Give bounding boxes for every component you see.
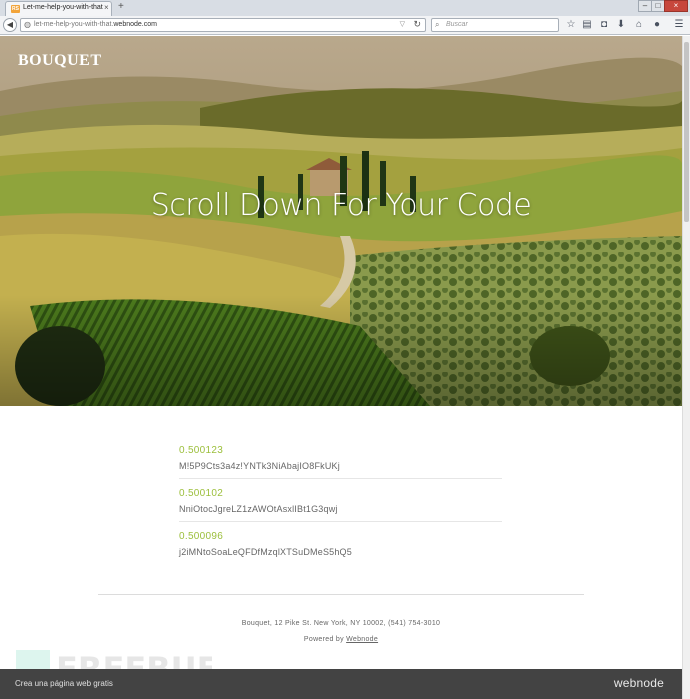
footer-address: Bouquet, 12 Pike St. New York, NY 10002,… (241, 620, 441, 627)
code-score: 0.500123 (179, 445, 224, 456)
site-brand-logo[interactable]: BOUQUET (18, 52, 102, 70)
code-value: NniOtocJgreLZ1zAWOtAsxlIBt1G3qwj (179, 504, 338, 514)
url-text[interactable]: let-me-help-you-with-that.webnode.com (34, 21, 157, 28)
search-icon: ⌕ (435, 20, 440, 29)
scrollbar-thumb[interactable] (684, 42, 689, 222)
back-button[interactable]: ◀ (3, 18, 17, 32)
pocket-icon[interactable]: ◘ (598, 19, 610, 31)
url-dropdown-icon[interactable]: ▽ (400, 20, 405, 28)
page-viewport: BOUQUET Scroll Down For Your Code 0.5001… (0, 36, 682, 699)
search-input[interactable]: Buscar (446, 21, 468, 28)
browser-tab[interactable]: RS Let-me-help-you-with-that × (5, 1, 112, 16)
footer-powered-by: Powered by Webnode (303, 636, 379, 643)
list-item: 0.500096 j2iMNtoSoaLeQFDfMzqlXTSuDMeS5hQ… (179, 522, 502, 565)
webnode-logo[interactable]: webnode (614, 676, 664, 690)
address-bar[interactable]: ◍ let-me-help-you-with-that.webnode.com … (20, 18, 426, 32)
code-score: 0.500102 (179, 488, 224, 499)
list-item: 0.500102 NniOtocJgreLZ1zAWOtAsxlIBt1G3qw… (179, 479, 502, 522)
navigation-toolbar: ◀ ◍ let-me-help-you-with-that.webnode.co… (0, 16, 690, 35)
download-icon[interactable]: ⬇ (615, 19, 627, 31)
browser-tab-bar: RS Let-me-help-you-with-that × + – □ × (0, 0, 690, 16)
chat-icon[interactable]: ● (651, 19, 663, 31)
search-bar[interactable]: ⌕ Buscar (431, 18, 559, 32)
webnode-link[interactable]: Webnode (346, 636, 378, 643)
code-value: M!5P9Cts3a4z!YNTk3NiAbajIO8FkUKj (179, 461, 340, 471)
footer-divider (98, 594, 584, 595)
globe-icon: ◍ (24, 20, 31, 29)
code-score: 0.500096 (179, 531, 224, 542)
site-favicon-icon: RS (11, 5, 20, 13)
list-item: 0.500123 M!5P9Cts3a4z!YNTk3NiAbajIO8FkUK… (179, 436, 502, 479)
reload-icon[interactable]: ↻ (413, 19, 421, 30)
tab-title: Let-me-help-you-with-that (23, 4, 103, 11)
tab-close-icon[interactable]: × (104, 3, 109, 12)
maximize-button[interactable]: □ (651, 0, 665, 12)
hero-section: BOUQUET Scroll Down For Your Code (0, 36, 682, 406)
home-icon[interactable]: ⌂ (633, 19, 645, 31)
page-scrollbar[interactable] (682, 36, 690, 699)
create-free-site-link[interactable]: Crea una página web gratis (15, 679, 113, 688)
code-value: j2iMNtoSoaLeQFDfMzqlXTSuDMeS5hQ5 (179, 547, 352, 557)
code-list: 0.500123 M!5P9Cts3a4z!YNTk3NiAbajIO8FkUK… (179, 436, 502, 565)
hero-title: Scroll Down For Your Code (150, 188, 532, 223)
minimize-button[interactable]: – (638, 0, 652, 12)
bookmarks-library-icon[interactable]: ▤ (581, 19, 593, 31)
bookmark-star-icon[interactable]: ☆ (565, 19, 577, 31)
webnode-promo-bar: Crea una página web gratis webnode (0, 669, 682, 699)
menu-icon[interactable]: ☰ (673, 19, 685, 31)
window-controls: – □ × (638, 0, 688, 12)
close-window-button[interactable]: × (664, 0, 688, 12)
new-tab-button[interactable]: + (118, 1, 124, 12)
